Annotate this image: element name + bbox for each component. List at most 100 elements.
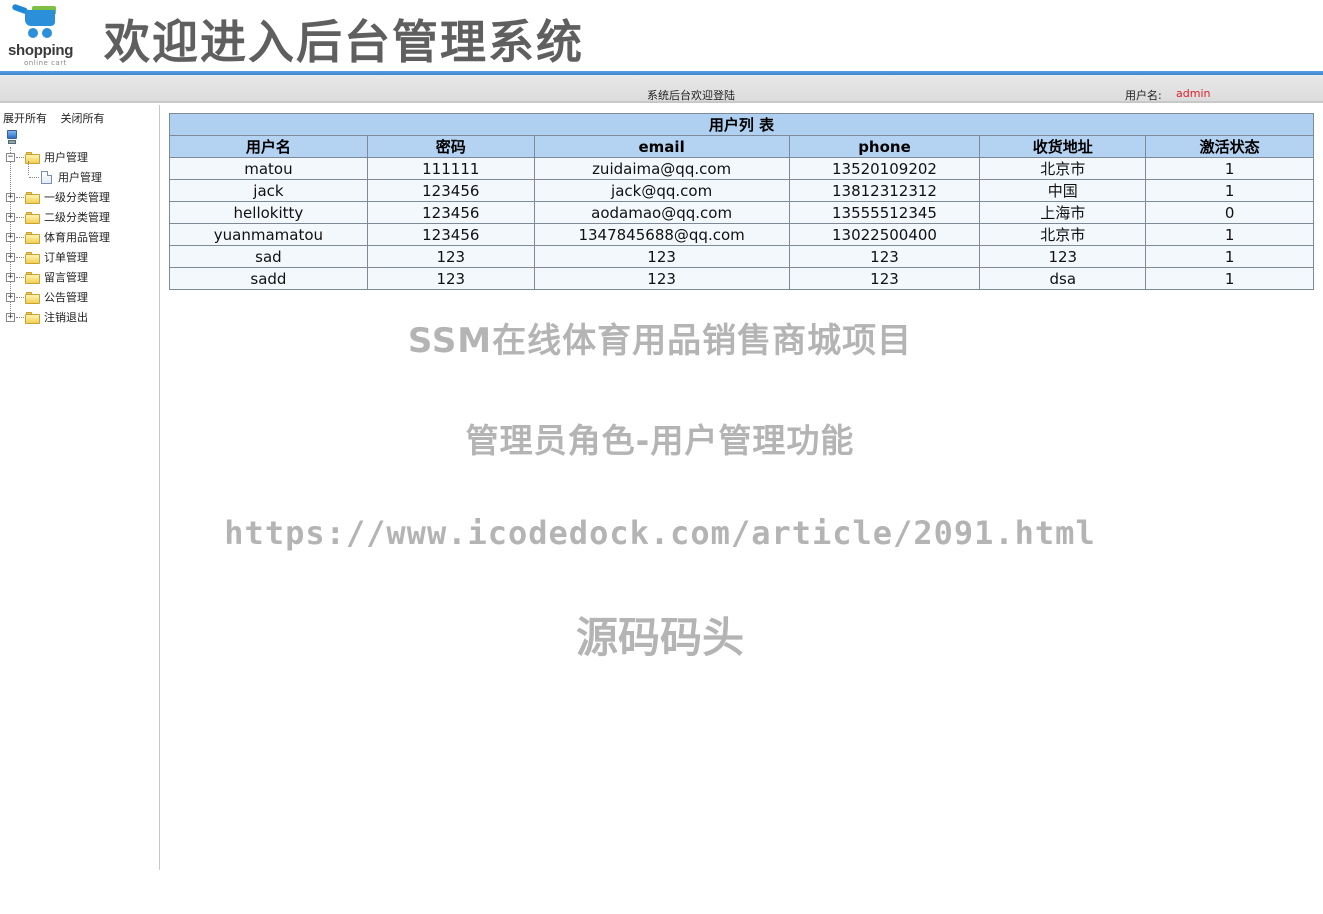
sidebar-item-orders[interactable]: + 订单管理 — [0, 247, 88, 267]
table-row: jack 123456 jack@qq.com 13812312312 中国 1 — [169, 179, 1314, 202]
cell-address: 北京市 — [979, 223, 1147, 246]
cell-email: 1347845688@qq.com — [533, 223, 790, 246]
cell-password: 123 — [366, 245, 535, 268]
sidebar-item-label: 一级分类管理 — [44, 191, 110, 204]
column-header-phone: phone — [788, 135, 981, 158]
user-list-table: 用户列 表 用户名 密码 email phone 收货地址 激活状态 matou… — [169, 113, 1314, 290]
computer-icon — [6, 130, 18, 145]
username-value: admin — [1176, 87, 1211, 100]
sidebar-item-label: 二级分类管理 — [44, 211, 110, 224]
header: shopping online cart 欢迎进入后台管理系统 — [0, 0, 1323, 72]
watermark-project-title: SSM在线体育用品销售商城项目 — [407, 321, 913, 361]
tree-connector — [16, 156, 24, 158]
cell-password: 123456 — [366, 179, 535, 202]
cell-username: yuanmamatou — [169, 223, 368, 246]
table-row: sadd 123 123 123 dsa 1 — [169, 267, 1314, 290]
column-header-address: 收货地址 — [979, 135, 1147, 158]
page-icon — [41, 170, 52, 184]
cell-username: hellokitty — [169, 201, 368, 224]
cell-email: 123 — [533, 267, 790, 290]
sidebar-item-category1[interactable]: + 一级分类管理 — [0, 187, 110, 207]
column-header-status: 激活状态 — [1145, 135, 1314, 158]
cell-username: matou — [169, 157, 368, 180]
expand-icon[interactable]: + — [6, 212, 15, 222]
page-title: 欢迎进入后台管理系统 — [104, 15, 584, 69]
expand-icon[interactable]: + — [6, 192, 15, 202]
sidebar-item-messages[interactable]: + 留言管理 — [0, 267, 88, 287]
tree-connector — [16, 216, 24, 218]
cell-phone: 123 — [788, 245, 981, 268]
folder-icon — [25, 191, 40, 204]
table-caption: 用户列 表 — [169, 113, 1314, 136]
sidebar-item-label: 注销退出 — [44, 311, 88, 324]
sidebar-item-label: 体育用品管理 — [44, 231, 110, 244]
cell-status: 1 — [1145, 157, 1314, 180]
folder-icon — [25, 291, 40, 304]
logo-subtext: online cart — [24, 59, 67, 67]
cell-phone: 13812312312 — [788, 179, 981, 202]
sidebar-item-label: 公告管理 — [44, 291, 88, 304]
tree-connector — [16, 316, 24, 318]
folder-icon — [25, 251, 40, 264]
tree-connector — [16, 196, 24, 198]
column-header-username: 用户名 — [169, 135, 368, 158]
folder-icon — [25, 231, 40, 244]
watermark-brand: 源码码头 — [575, 613, 744, 662]
expand-icon[interactable]: + — [6, 252, 15, 262]
cell-status: 0 — [1145, 201, 1314, 224]
watermark-feature-title: 管理员角色-用户管理功能 — [465, 421, 855, 460]
sidebar-item-sports-goods[interactable]: + 体育用品管理 — [0, 227, 110, 247]
cell-status: 1 — [1145, 179, 1314, 202]
sidebar-item-label: 用户管理 — [44, 151, 88, 164]
cell-address: 中国 — [979, 179, 1147, 202]
expand-icon[interactable]: + — [6, 312, 15, 322]
cell-email: 123 — [533, 245, 790, 268]
cell-password: 123456 — [366, 201, 535, 224]
cell-status: 1 — [1145, 223, 1314, 246]
cell-username: sadd — [169, 267, 368, 290]
cell-status: 1 — [1145, 267, 1314, 290]
cell-phone: 13520109202 — [788, 157, 981, 180]
expand-icon[interactable]: + — [6, 272, 15, 282]
cell-phone: 13022500400 — [788, 223, 981, 246]
table-row: sad 123 123 123 123 1 — [169, 245, 1314, 268]
collapse-icon[interactable]: − — [6, 152, 15, 162]
tree-connector — [28, 161, 29, 175]
cell-address: 上海市 — [979, 201, 1147, 224]
cart-wheel-icon — [28, 28, 38, 38]
main-content: 用户列 表 用户名 密码 email phone 收货地址 激活状态 matou… — [169, 113, 1314, 290]
cell-phone: 123 — [788, 267, 981, 290]
tree-connector — [16, 236, 24, 238]
table-row: matou 111111 zuidaima@qq.com 13520109202 北京市… — [169, 157, 1314, 180]
expand-icon[interactable]: + — [6, 292, 15, 302]
expand-all-link[interactable]: 展开所有 — [3, 112, 47, 125]
sidebar-subitem-user-management[interactable]: 用户管理 — [28, 161, 102, 187]
cell-address: 北京市 — [979, 157, 1147, 180]
column-header-email: email — [533, 135, 790, 158]
table-row: hellokitty 123456 aodamao@qq.com 1355551234… — [169, 201, 1314, 224]
username-label: 用户名: — [1125, 89, 1162, 102]
cell-email: zuidaima@qq.com — [533, 157, 790, 180]
column-header-password: 密码 — [366, 135, 535, 158]
tree-actions: 展开所有 关闭所有 — [3, 110, 115, 126]
tree-connector — [29, 176, 39, 178]
cell-email: jack@qq.com — [533, 179, 790, 202]
sidebar-item-category2[interactable]: + 二级分类管理 — [0, 207, 110, 227]
folder-icon — [25, 311, 40, 324]
cell-username: jack — [169, 179, 368, 202]
cell-status: 1 — [1145, 245, 1314, 268]
cell-phone: 13555512345 — [788, 201, 981, 224]
logo-text: shopping — [8, 42, 74, 59]
sidebar-item-announcements[interactable]: + 公告管理 — [0, 287, 88, 307]
expand-icon[interactable]: + — [6, 232, 15, 242]
collapse-all-link[interactable]: 关闭所有 — [61, 112, 105, 125]
cell-password: 123456 — [366, 223, 535, 246]
cell-username: sad — [169, 245, 368, 268]
sidebar-item-label: 订单管理 — [44, 251, 88, 264]
cell-email: aodamao@qq.com — [533, 201, 790, 224]
watermark-url: https://www.icodedock.com/article/2091.h… — [224, 514, 1096, 552]
sidebar-item-logout[interactable]: + 注销退出 — [0, 307, 88, 327]
sidebar-item-user-management[interactable]: − 用户管理 — [0, 147, 88, 167]
sidebar-subitem-label: 用户管理 — [58, 171, 102, 184]
tree-connector — [16, 256, 24, 258]
